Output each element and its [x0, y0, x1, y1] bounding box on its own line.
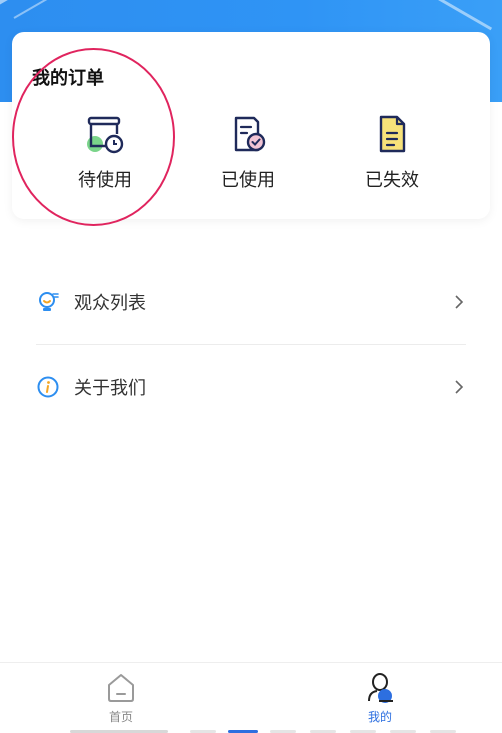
decor-stripe — [13, 0, 67, 19]
menu-item-label: 观众列表 — [74, 293, 146, 314]
home-icon — [108, 674, 134, 702]
order-used-button[interactable]: 已使用 — [188, 112, 308, 192]
tab-profile-label: 我的 — [367, 710, 392, 724]
order-expired-button[interactable]: 已失效 — [332, 112, 452, 192]
my-orders-card: 我的订单 待使用 已使用 已失效 — [12, 32, 490, 219]
chevron-right-icon — [455, 295, 464, 309]
order-pending-button[interactable]: 待使用 — [45, 112, 165, 192]
order-used-label: 已使用 — [221, 170, 275, 191]
decor-stripe — [429, 0, 493, 31]
audience-icon — [39, 292, 59, 311]
used-order-icon — [234, 116, 266, 152]
my-orders-title: 我的订单 — [32, 68, 104, 89]
menu-divider — [36, 344, 466, 345]
bottom-indicator-strip — [0, 729, 502, 733]
tab-home-label: 首页 — [108, 710, 133, 724]
bottom-tab-bar: 首页 我的 — [0, 662, 502, 733]
tab-profile[interactable]: 我的 — [340, 671, 420, 725]
profile-icon — [368, 673, 393, 703]
order-expired-label: 已失效 — [365, 170, 419, 191]
chevron-right-icon — [455, 380, 464, 394]
info-icon — [37, 376, 59, 398]
expired-order-icon — [379, 115, 406, 153]
pending-order-icon — [87, 116, 124, 154]
menu-item-about-us[interactable]: 关于我们 — [36, 367, 466, 407]
menu-item-label: 关于我们 — [74, 378, 146, 399]
menu-item-audience-list[interactable]: 观众列表 — [36, 282, 466, 322]
tab-home[interactable]: 首页 — [81, 671, 161, 725]
order-pending-label: 待使用 — [78, 170, 132, 191]
